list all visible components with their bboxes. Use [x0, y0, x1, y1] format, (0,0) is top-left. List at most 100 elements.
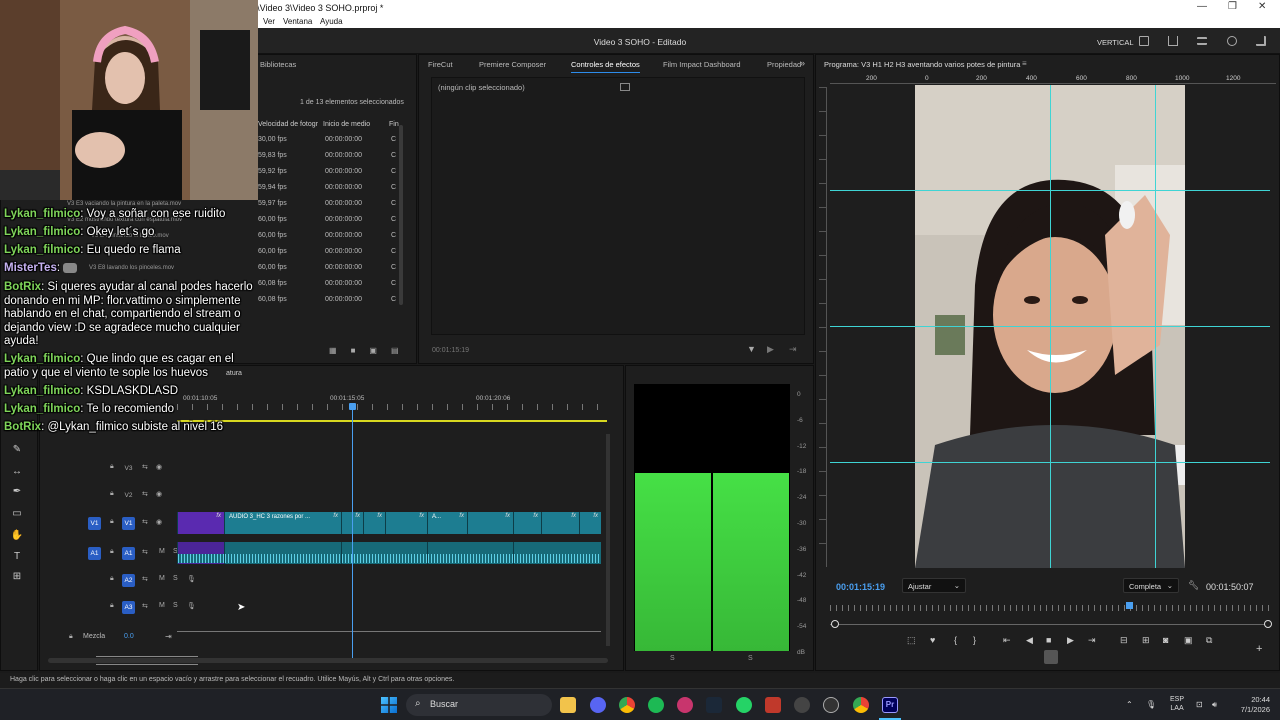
hand-tool-icon[interactable]: ✋ [10, 530, 24, 542]
steam-icon[interactable] [706, 697, 722, 713]
mute-button[interactable]: M [159, 548, 165, 555]
type-tool-icon[interactable]: T [10, 551, 24, 563]
close-button[interactable]: ✕ [1258, 1, 1266, 12]
source-patch-v1[interactable]: V1 [88, 517, 101, 530]
table-row[interactable]: 59,83 fps 00:00:00:00 C [258, 149, 403, 165]
track-label-v2[interactable]: V2 [122, 489, 135, 502]
mic-icon[interactable]: 🎙︎ [187, 575, 196, 583]
jump-end-icon[interactable]: ⇥ [165, 632, 172, 641]
program-playhead[interactable] [1126, 602, 1133, 609]
chrome-icon[interactable] [619, 697, 635, 713]
folder-icon[interactable] [560, 697, 576, 713]
audio-clip[interactable] [224, 542, 341, 564]
chrome-icon[interactable] [853, 697, 869, 713]
table-row[interactable]: 59,94 fps 00:00:00:00 C [258, 181, 403, 197]
menu-ver[interactable]: Ver [263, 17, 275, 26]
audio-clip[interactable] [341, 542, 427, 564]
taskbar-search[interactable]: ⌕ Buscar [406, 694, 552, 716]
layout-icon[interactable] [1139, 36, 1149, 46]
mic-icon[interactable]: 🎙︎ [187, 602, 196, 610]
spotify-icon[interactable] [648, 697, 664, 713]
table-row[interactable]: 60,00 fps 00:00:00:00 C [258, 261, 403, 277]
mix-value[interactable]: 0.0 [124, 633, 134, 640]
col-start[interactable]: Inicio de medio [323, 121, 370, 128]
quality-select[interactable]: Completa ⌄ [1123, 578, 1179, 593]
export-icon[interactable] [1168, 36, 1178, 46]
table-row[interactable]: 60,00 fps 00:00:00:00 C [258, 213, 403, 229]
lock-icon[interactable]: 🔒︎ [110, 548, 114, 556]
rectangle-tool-icon[interactable]: ▭ [10, 508, 24, 520]
step-back-icon[interactable]: ◀ [1026, 635, 1033, 646]
video-clip[interactable]: fx [385, 512, 427, 534]
guide-line[interactable] [1155, 85, 1156, 568]
audio-clip[interactable] [513, 542, 601, 564]
col-end[interactable]: Fin [389, 121, 399, 128]
add-button-icon[interactable]: + [1256, 643, 1262, 655]
tab-film-impact[interactable]: Film Impact Dashboard [663, 60, 741, 69]
panel-toggle-icon[interactable] [620, 83, 630, 91]
zoom-bar[interactable] [830, 624, 1270, 625]
source-patch-a1[interactable]: A1 [88, 547, 101, 560]
solo-button[interactable]: S [173, 602, 178, 609]
clock[interactable]: 20:44 7/1/2026 [1230, 695, 1270, 715]
sync-icon[interactable]: ⇆ [142, 548, 148, 556]
video-clip[interactable]: fx [541, 512, 579, 534]
audio-clip[interactable] [177, 542, 224, 564]
mute-button[interactable]: M [159, 602, 165, 609]
pen-tool-icon[interactable]: ✒ [10, 486, 24, 498]
new-item-icon[interactable]: ▣ [369, 346, 391, 355]
track-label-a2[interactable]: A2 [122, 574, 135, 587]
video-clip[interactable]: A... fx [427, 512, 467, 534]
network-icon[interactable]: ⊡ [1196, 700, 1203, 709]
eye-icon[interactable]: ◉ [156, 490, 162, 498]
maximize-button[interactable]: ❐ [1228, 1, 1237, 12]
scrub-ruler[interactable] [830, 605, 1270, 611]
solo-button[interactable]: S [173, 575, 178, 582]
sync-icon[interactable]: ⇆ [142, 463, 148, 471]
lock-icon[interactable]: 🔒︎ [69, 633, 73, 641]
program-timecode[interactable]: 00:01:15:19 [836, 582, 885, 592]
col-fps[interactable]: Velocidad de fotogr [258, 121, 318, 128]
tab-properties[interactable]: Propiedad [767, 60, 801, 69]
export-frame-icon[interactable]: ⇥ [789, 344, 797, 355]
video-clip[interactable]: fx [363, 512, 385, 534]
track-label-a3[interactable]: A3 [122, 601, 135, 614]
minimize-button[interactable]: — [1197, 1, 1207, 12]
table-row[interactable]: 60,00 fps 00:00:00:00 C [258, 245, 403, 261]
zoom-handle-left[interactable] [831, 620, 839, 628]
clip-name[interactable]: V3 E3 vaciando la pintura en la paleta.m… [67, 201, 181, 207]
filter-icon[interactable]: ▼ [747, 344, 756, 354]
project-scrollbar[interactable] [399, 125, 403, 305]
mark-out-icon[interactable]: } [973, 635, 976, 645]
insert-icon[interactable]: ⊟ [1120, 635, 1128, 646]
folder-icon[interactable]: ■ [351, 346, 370, 355]
sync-icon[interactable]: ⇆ [142, 518, 148, 526]
fullscreen-icon[interactable] [1256, 36, 1266, 46]
tab-effect-controls[interactable]: Controles de efectos [571, 60, 640, 73]
sync-icon[interactable]: ⇆ [142, 575, 148, 583]
source-patch-a2[interactable] [88, 574, 101, 587]
lock-icon[interactable]: 🔒︎ [110, 602, 114, 610]
bin-icon[interactable]: ▦ [329, 346, 351, 355]
table-row[interactable]: 59,97 fps 00:00:00:00 C [258, 197, 403, 213]
go-to-out-icon[interactable]: ⇥ [1088, 635, 1096, 646]
zoom-handle-right[interactable] [1264, 620, 1272, 628]
table-row[interactable]: 60,00 fps 00:00:00:00 C [258, 229, 403, 245]
audio-clip[interactable] [427, 542, 513, 564]
sync-icon[interactable]: ⇆ [142, 490, 148, 498]
mark-in-icon[interactable]: { [954, 635, 957, 645]
playhead-handle[interactable] [349, 403, 356, 410]
table-row[interactable]: 59,92 fps 00:00:00:00 C [258, 165, 403, 181]
video-clip[interactable]: fx [177, 512, 224, 534]
play-only-icon[interactable]: ▶ [767, 344, 774, 355]
stop-icon[interactable]: ■ [1046, 635, 1051, 645]
caption-tool-icon[interactable]: ⊞ [10, 571, 24, 583]
chevron-up-icon[interactable]: ⌃ [1126, 700, 1133, 709]
video-clip[interactable]: fx [513, 512, 541, 534]
track-label-v1[interactable]: V1 [122, 517, 135, 530]
windows-start-icon[interactable] [381, 697, 397, 713]
button-editor-icon[interactable] [1044, 650, 1058, 664]
fit-select[interactable]: Ajustar ⌄ [902, 578, 966, 593]
tab-bibliotecas[interactable]: Bibliotecas [260, 60, 296, 69]
table-row[interactable]: 60,08 fps 00:00:00:00 C [258, 277, 403, 293]
